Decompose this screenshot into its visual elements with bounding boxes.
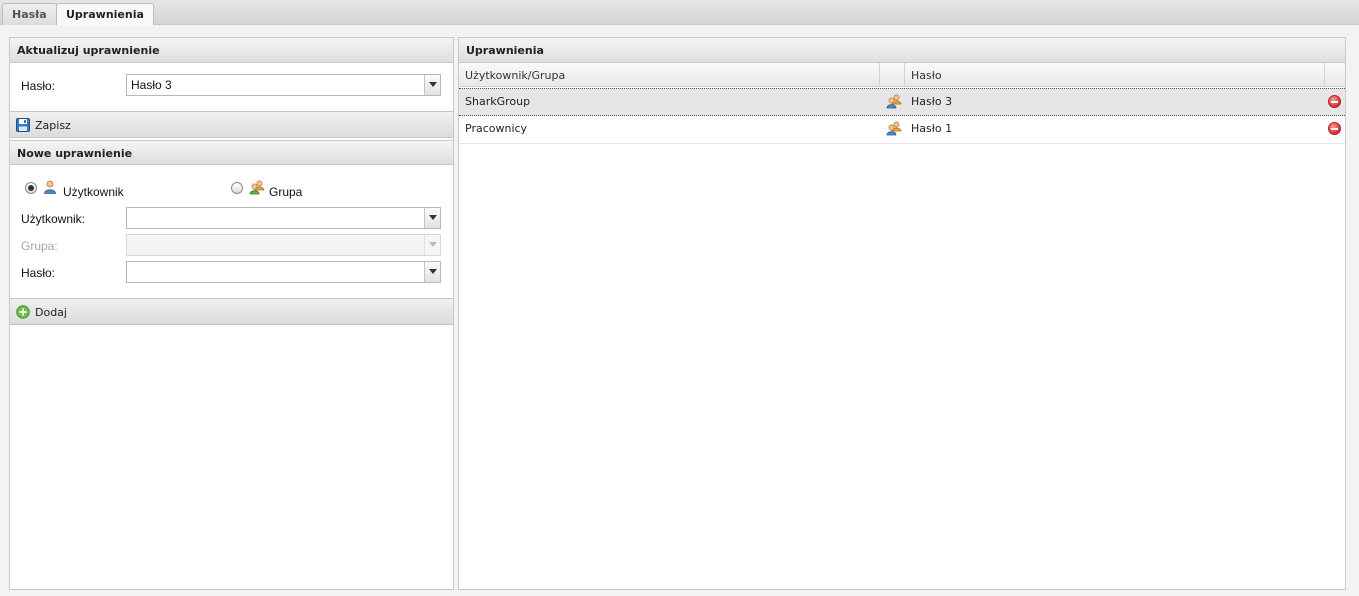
radio-group[interactable] (231, 182, 243, 194)
update-password-value: Hasło 3 (131, 78, 172, 92)
table-row[interactable]: Pracownicy Hasło 1 (459, 116, 1345, 144)
chevron-down-icon (424, 235, 440, 255)
column-header-actions (1325, 63, 1345, 87)
table-row[interactable]: SharkGroup Hasło 3 (459, 88, 1345, 116)
permissions-panel: Uprawnienia Użytkownik/Grupa Hasło Shark… (458, 37, 1346, 590)
new-user-select[interactable] (126, 207, 441, 229)
remove-icon[interactable] (1328, 122, 1341, 135)
update-panel-title: Aktualizuj uprawnienie (10, 38, 453, 63)
left-column: Aktualizuj uprawnienie Hasło: Hasło 3 Za… (9, 37, 454, 590)
add-button[interactable]: Dodaj (15, 304, 67, 321)
group-icon (249, 180, 265, 195)
new-toolbar: Dodaj (10, 298, 453, 325)
update-toolbar: Zapisz (10, 111, 453, 138)
add-button-label: Dodaj (35, 306, 67, 319)
tab-passwords[interactable]: Hasła (2, 3, 57, 25)
save-button[interactable]: Zapisz (15, 117, 71, 134)
tab-bar: Hasła Uprawnienia (0, 0, 1359, 26)
row-password: Hasło 3 (911, 95, 953, 108)
save-button-label: Zapisz (35, 119, 71, 132)
new-group-label: Grupa: (21, 239, 58, 253)
new-password-label: Hasło: (21, 266, 56, 280)
new-password-select[interactable] (126, 261, 441, 283)
tab-permissions-label: Uprawnienia (66, 8, 144, 21)
tab-passwords-label: Hasła (12, 8, 47, 21)
new-user-label: Użytkownik: (21, 212, 86, 226)
column-header-password[interactable]: Hasło (905, 63, 1325, 87)
permissions-panel-title-text: Uprawnienia (466, 44, 544, 57)
new-panel-title: Nowe uprawnienie (10, 140, 453, 165)
chevron-down-icon[interactable] (424, 262, 440, 282)
add-circle-icon (16, 305, 30, 319)
floppy-disk-icon (16, 118, 30, 132)
row-name: SharkGroup (465, 95, 531, 108)
remove-icon[interactable] (1328, 95, 1341, 108)
user-icon (44, 180, 56, 194)
chevron-down-icon[interactable] (424, 75, 440, 95)
update-panel-title-text: Aktualizuj uprawnienie (17, 44, 160, 57)
group-icon (886, 94, 902, 109)
column-header-type (880, 63, 905, 87)
new-panel-title-text: Nowe uprawnienie (17, 147, 133, 160)
radio-user-label: Użytkownik (63, 185, 124, 199)
update-password-select[interactable]: Hasło 3 (126, 74, 441, 96)
row-name: Pracownicy (465, 122, 528, 135)
row-password: Hasło 1 (911, 122, 953, 135)
radio-user[interactable] (25, 182, 37, 194)
group-icon (886, 121, 902, 136)
permissions-panel-title: Uprawnienia (459, 38, 1345, 63)
column-header-user-group-text: Użytkownik/Grupa (465, 69, 566, 82)
update-password-label: Hasło: (21, 79, 56, 93)
permissions-grid-header: Użytkownik/Grupa Hasło (459, 63, 1345, 87)
tab-permissions[interactable]: Uprawnienia (56, 3, 154, 26)
radio-group-label: Grupa (269, 185, 303, 199)
new-group-select (126, 234, 441, 256)
column-header-user-group[interactable]: Użytkownik/Grupa (459, 63, 880, 87)
column-header-password-text: Hasło (911, 69, 942, 82)
chevron-down-icon[interactable] (424, 208, 440, 228)
